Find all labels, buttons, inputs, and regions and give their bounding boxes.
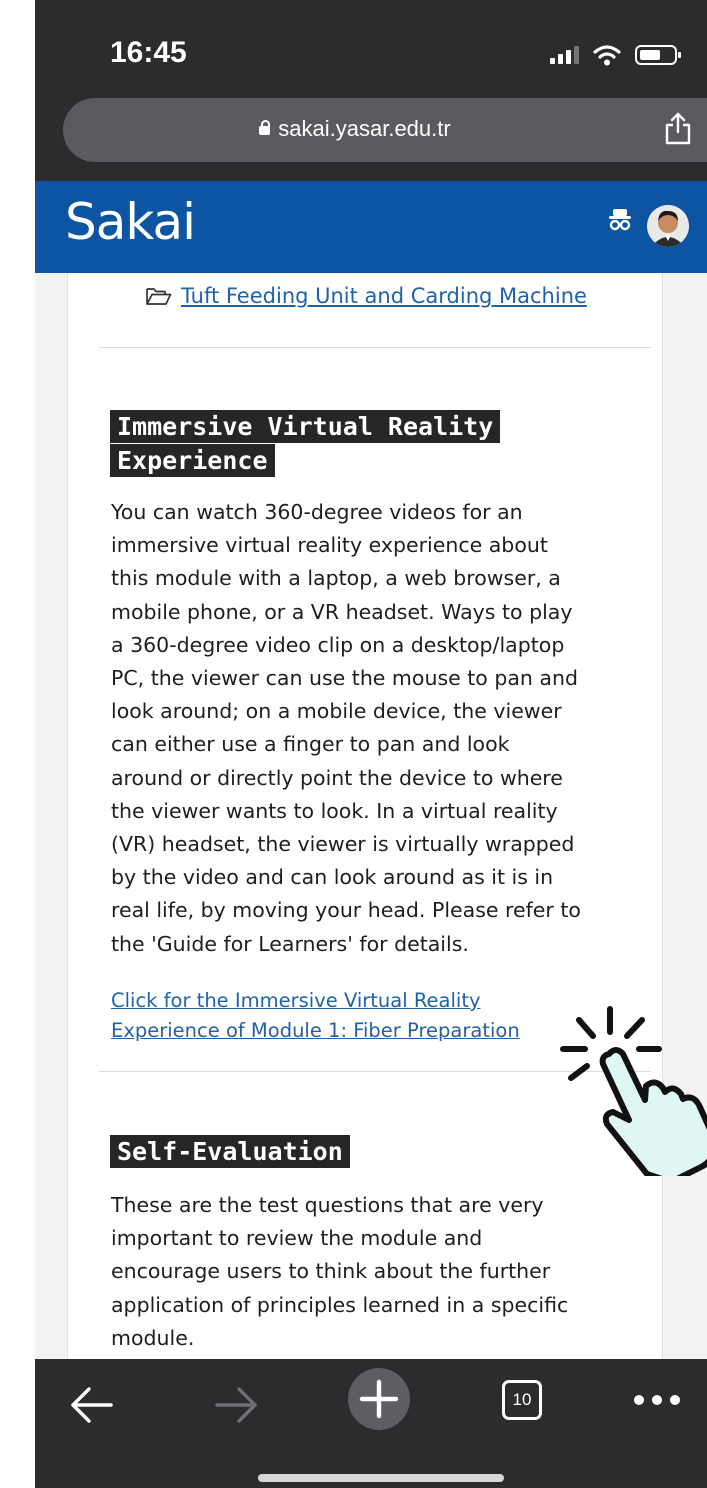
incognito-icon[interactable]: [608, 207, 632, 233]
self-eval-line: important to review the module and: [111, 1226, 483, 1251]
vr-line: (VR) headset, the viewer is virtually wr…: [111, 832, 575, 857]
folder-open-icon: [146, 288, 172, 305]
wifi-icon: [593, 45, 621, 66]
vr-heading-line1: Immersive Virtual Reality: [110, 410, 501, 443]
self-eval-line: These are the test questions that are ve…: [111, 1193, 544, 1217]
vr-line: mobile phone, or a VR headset. Ways to p…: [111, 599, 573, 624]
share-icon[interactable]: [663, 112, 693, 146]
new-tab-plus-icon[interactable]: [347, 1367, 411, 1431]
vr-line: by the video and can look around as it i…: [111, 865, 554, 890]
more-options-icon[interactable]: [633, 1393, 681, 1407]
vr-line: real life, by moving your head. Please r…: [111, 898, 581, 923]
vr-line: You can watch 360-degree videos for an: [111, 500, 523, 524]
vr-line: PC, the viewer can use the mouse to pan …: [111, 666, 578, 691]
url-text: sakai.yasar.edu.tr: [278, 116, 451, 141]
url-display[interactable]: sakai.yasar.edu.tr: [63, 116, 647, 142]
browser-toolbar: 10: [35, 1359, 707, 1488]
vr-section-heading: Immersive Virtual Reality Experience: [110, 410, 501, 478]
self-eval-description: These are the test questions that are ve…: [111, 1189, 647, 1355]
vr-description: You can watch 360-degree videos for an i…: [111, 496, 647, 961]
vr-line: can either use a finger to pan and look: [111, 732, 510, 757]
back-arrow-icon[interactable]: [67, 1383, 115, 1427]
phone-screen: 16:45 sakai.yasar.edu.tr Sakai Tuft Feed…: [35, 0, 707, 1488]
vr-line: this module with a laptop, a web browser…: [111, 566, 561, 591]
folder-item[interactable]: Tuft Feeding Unit and Carding Machine: [145, 284, 587, 308]
vr-line: the viewer wants to look. In a virtual r…: [111, 798, 558, 823]
status-time: 16:45: [110, 36, 187, 69]
tab-count: 10: [512, 1390, 532, 1409]
lock-icon: [259, 120, 271, 135]
self-eval-heading-text: Self-Evaluation: [110, 1135, 350, 1168]
vr-line: look around; on a mobile device, the vie…: [111, 699, 562, 724]
battery-icon: [635, 45, 681, 65]
self-eval-line: encourage users to think about the furth…: [111, 1259, 551, 1284]
sakai-logo[interactable]: Sakai: [65, 193, 196, 251]
avatar[interactable]: [647, 205, 689, 247]
self-eval-heading: Self-Evaluation: [110, 1135, 350, 1169]
self-eval-line: application of principles learned in a s…: [111, 1292, 569, 1317]
address-bar[interactable]: sakai.yasar.edu.tr: [63, 98, 707, 162]
forward-arrow-icon[interactable]: [213, 1383, 261, 1427]
status-icons: [550, 44, 681, 66]
section-divider: [99, 347, 651, 348]
browser-top-chrome: 16:45 sakai.yasar.edu.tr: [35, 0, 707, 181]
vr-line: immersive virtual reality experience abo…: [111, 533, 548, 558]
signal-icon: [550, 46, 579, 64]
tabs-button[interactable]: 10: [502, 1380, 542, 1420]
vr-line: around or directly point the device to w…: [111, 765, 563, 790]
tap-hand-icon: [560, 1006, 707, 1176]
folder-link[interactable]: Tuft Feeding Unit and Carding Machine: [181, 284, 587, 308]
vr-line: a 360-degree video clip on a desktop/lap…: [111, 632, 565, 657]
home-indicator[interactable]: [258, 1474, 504, 1482]
vr-line: the 'Guide for Learners' for details.: [111, 931, 469, 956]
self-eval-line: module.: [111, 1325, 195, 1350]
vr-heading-line2: Experience: [110, 444, 275, 477]
sakai-header: Sakai: [35, 181, 707, 273]
